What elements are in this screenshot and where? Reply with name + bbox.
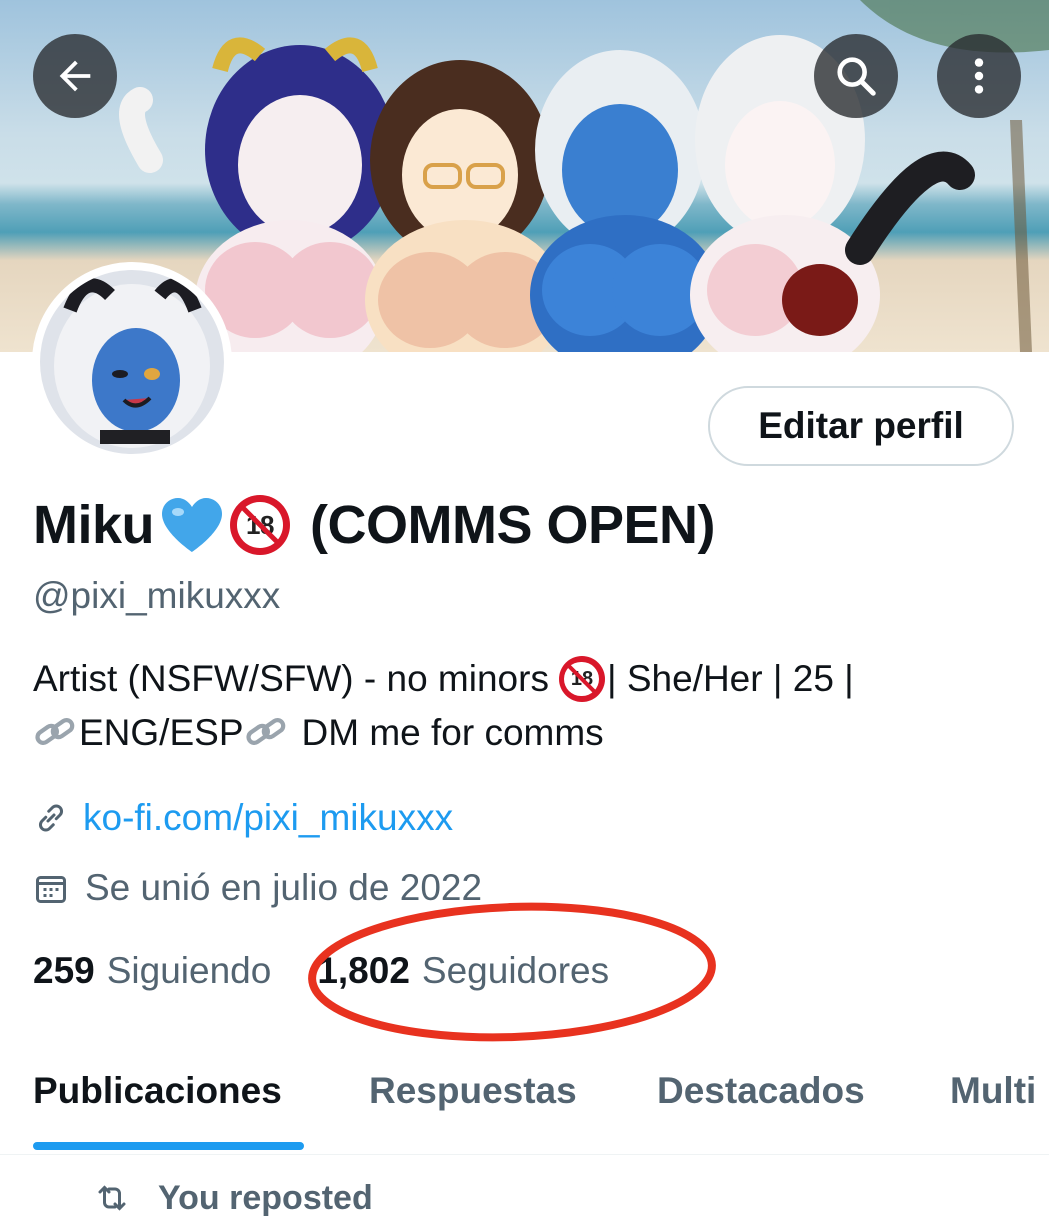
website-url[interactable]: ko-fi.com/pixi_mikuxxx bbox=[83, 797, 453, 839]
follow-stats: 259 Siguiendo 1,802 Seguidores bbox=[33, 944, 609, 998]
followers-label: Seguidores bbox=[421, 950, 610, 991]
back-button[interactable] bbox=[33, 34, 117, 118]
avatar-image bbox=[40, 270, 224, 454]
link-icon bbox=[38, 804, 64, 832]
tab-publicaciones[interactable]: Publicaciones bbox=[33, 1070, 282, 1112]
following-stat[interactable]: 259 Siguiendo bbox=[33, 950, 271, 992]
link-chain-icon bbox=[245, 718, 285, 745]
join-date-text: Se unió en julio de 2022 bbox=[85, 867, 483, 908]
join-date: Se unió en julio de 2022 bbox=[33, 862, 482, 914]
link-chain-icon bbox=[35, 718, 75, 745]
repost-icon bbox=[98, 1185, 126, 1211]
edit-profile-button[interactable]: Editar perfil bbox=[708, 386, 1014, 466]
no-under-18-icon: 18 bbox=[230, 495, 291, 555]
calendar-icon bbox=[36, 876, 66, 903]
bio-line-1: Artist (NSFW/SFW) - no minors 18 | She/H… bbox=[33, 652, 1023, 706]
display-name: Miku 18 (COMMS OPEN) bbox=[33, 490, 716, 560]
avatar[interactable] bbox=[32, 262, 232, 462]
following-label: Siguiendo bbox=[106, 950, 272, 991]
tab-multimedia[interactable]: Multi bbox=[950, 1070, 1036, 1112]
bio-text: ENG/ESP bbox=[79, 712, 244, 753]
arrow-left-icon bbox=[59, 60, 91, 92]
followers-stat[interactable]: 1,802 Seguidores bbox=[317, 950, 609, 992]
followers-count: 1,802 bbox=[317, 950, 410, 991]
bio-text: DM me for comms bbox=[301, 712, 604, 753]
no-under-18-icon: 18 bbox=[558, 656, 605, 702]
username-handle: @pixi_mikuxxx bbox=[33, 575, 281, 616]
repost-indicator: You reposted bbox=[92, 1178, 373, 1218]
search-icon bbox=[837, 57, 876, 96]
profile-bio: Artist (NSFW/SFW) - no minors 18 | She/H… bbox=[33, 652, 1023, 760]
bio-text: | She/Her | 25 | bbox=[606, 658, 854, 699]
profile-tabs: Publicaciones Respuestas Destacados Mult… bbox=[0, 1058, 1049, 1155]
display-name-suffix: (COMMS OPEN) bbox=[310, 495, 716, 555]
repost-label: You reposted bbox=[158, 1178, 373, 1217]
profile-website-link[interactable]: ko-fi.com/pixi_mikuxxx bbox=[33, 792, 453, 844]
blue-heart-icon bbox=[162, 498, 223, 552]
bio-line-2: ENG/ESP DM me for comms bbox=[33, 706, 1023, 760]
display-name-text: Miku bbox=[33, 495, 155, 555]
more-options-button[interactable] bbox=[937, 34, 1021, 118]
active-tab-indicator bbox=[33, 1142, 304, 1150]
following-count: 259 bbox=[33, 950, 95, 991]
more-vertical-icon bbox=[974, 58, 984, 94]
search-button[interactable] bbox=[814, 34, 898, 118]
tab-destacados[interactable]: Destacados bbox=[657, 1070, 865, 1112]
tab-respuestas[interactable]: Respuestas bbox=[369, 1070, 577, 1112]
bio-text: Artist (NSFW/SFW) - no minors bbox=[33, 658, 549, 699]
